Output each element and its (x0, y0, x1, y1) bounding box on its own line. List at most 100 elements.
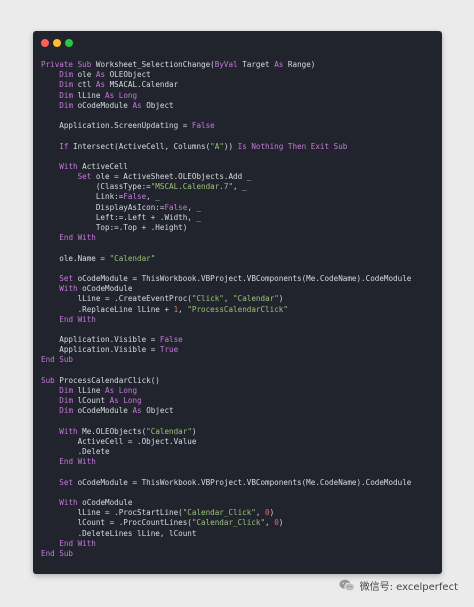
code-token: lCount = .ProcCountLines( (41, 518, 192, 528)
code-line: End With (41, 457, 436, 467)
minimize-dot[interactable] (53, 39, 61, 47)
code-token: End Sub (41, 549, 74, 558)
code-token: Is Nothing Then Exit Sub (237, 141, 348, 151)
code-token: As (95, 80, 110, 90)
code-token: End With (59, 314, 96, 324)
code-token: False (123, 192, 147, 202)
code-token: As (95, 70, 110, 80)
code-line: ​ (41, 152, 436, 162)
code-line: Dim lLine As Long (41, 386, 436, 396)
code-line: Dim oCodeModule As Object (41, 101, 436, 111)
code-token: Worksheet_SelectionChange( (95, 60, 215, 69)
code-line: DisplayAsIcon:=False, _ (41, 203, 436, 213)
code-token: With (59, 498, 83, 508)
code-line: With oCodeModule (41, 498, 436, 508)
code-token: (ClassType:= (41, 182, 151, 192)
code-line: Dim oCodeModule As Object (41, 406, 436, 416)
code-token: , _ (233, 182, 247, 192)
code-line: End With (41, 233, 436, 243)
code-token: Private Sub (41, 60, 96, 69)
code-token: ole (77, 70, 96, 80)
code-line: With ActiveCell (41, 162, 436, 172)
code-token: Dim (59, 80, 78, 90)
code-line: Dim ole As OLEObject (41, 70, 436, 80)
code-token: If (59, 141, 74, 151)
code-token: Application.Visible = (41, 345, 160, 355)
code-token: oCodeModule (82, 498, 133, 508)
code-line: ​ (41, 468, 436, 478)
code-line: lLine = .ProcStartLine("Calendar_Click",… (41, 508, 436, 518)
code-line: ​ (41, 488, 436, 498)
code-token: Dim (59, 70, 78, 80)
code-token: Range) (287, 60, 316, 69)
code-line: Dim lLine As Long (41, 91, 436, 101)
code-block: Private Sub Worksheet_SelectionChange(By… (41, 60, 436, 559)
close-dot[interactable] (41, 39, 49, 47)
code-line: Sub ProcessCalendarClick() (41, 376, 436, 386)
code-token: .DeleteLines lLine, lCount (41, 528, 197, 538)
code-token: With (59, 161, 83, 171)
code-line: ​ (41, 366, 436, 376)
code-token: "Calendar" (146, 426, 192, 436)
code-line: ​ (41, 325, 436, 335)
code-token: , (178, 304, 188, 314)
code-token: As (132, 406, 147, 416)
code-token: ole = ActiveSheet.OLEObjects.Add _ (95, 172, 252, 182)
code-token: ProcessCalendarClick() (59, 375, 160, 385)
code-line: Set oCodeModule = ThisWorkbook.VBProject… (41, 274, 436, 284)
code-token: "ProcessCalendarClick" (187, 304, 288, 314)
code-token: ) (278, 518, 284, 528)
code-token: "Calendar" (233, 294, 279, 304)
code-line: .Delete (41, 447, 436, 457)
code-token: oCodeModule (82, 284, 133, 294)
code-line: lLine = .CreateEventProc("Click", "Calen… (41, 294, 436, 304)
code-token: ) (278, 294, 284, 304)
code-token: Dim (59, 100, 78, 110)
code-token: oCodeModule (77, 406, 133, 416)
watermark: 微信号: excelperfect (338, 578, 458, 593)
code-token: False (164, 202, 188, 212)
code-token: )) (223, 141, 238, 151)
code-line: Private Sub Worksheet_SelectionChange(By… (41, 60, 436, 70)
code-line: Application.Visible = True (41, 345, 436, 355)
code-line: Top:=.Top + .Height) (41, 223, 436, 233)
code-token: lLine (77, 90, 106, 100)
code-line: End With (41, 539, 436, 549)
code-token: Left:=.Left + .Width, _ (41, 212, 202, 222)
watermark-text: 微信号: excelperfect (359, 582, 458, 593)
code-line: .ReplaceLine lLine + 1, "ProcessCalendar… (41, 305, 436, 315)
code-token: As Long (105, 90, 138, 100)
code-token: End With (59, 457, 96, 467)
code-line: Application.Visible = False (41, 335, 436, 345)
maximize-dot[interactable] (65, 39, 73, 47)
code-token: "Click" (191, 294, 224, 304)
code-line: Dim lCount As Long (41, 396, 436, 406)
code-line: Left:=.Left + .Width, _ (41, 213, 436, 223)
code-token: As Long (105, 386, 138, 395)
code-token: End Sub (41, 355, 74, 365)
code-token: With (59, 426, 83, 436)
code-token: ByVal (214, 60, 243, 69)
code-token: Set (77, 172, 96, 182)
code-token: lLine = .CreateEventProc( (41, 294, 192, 304)
code-line: Application.ScreenUpdating = False (41, 121, 436, 131)
code-token: lLine = .ProcStartLine( (41, 508, 183, 518)
code-token: Sub (41, 375, 60, 385)
code-line: With Me.OLEObjects("Calendar") (41, 427, 436, 437)
code-line: ActiveCell = .Object.Value (41, 437, 436, 447)
code-token: Me.OLEObjects( (82, 426, 147, 436)
code-token: Dim (59, 90, 78, 100)
code-token: Dim (59, 396, 78, 406)
